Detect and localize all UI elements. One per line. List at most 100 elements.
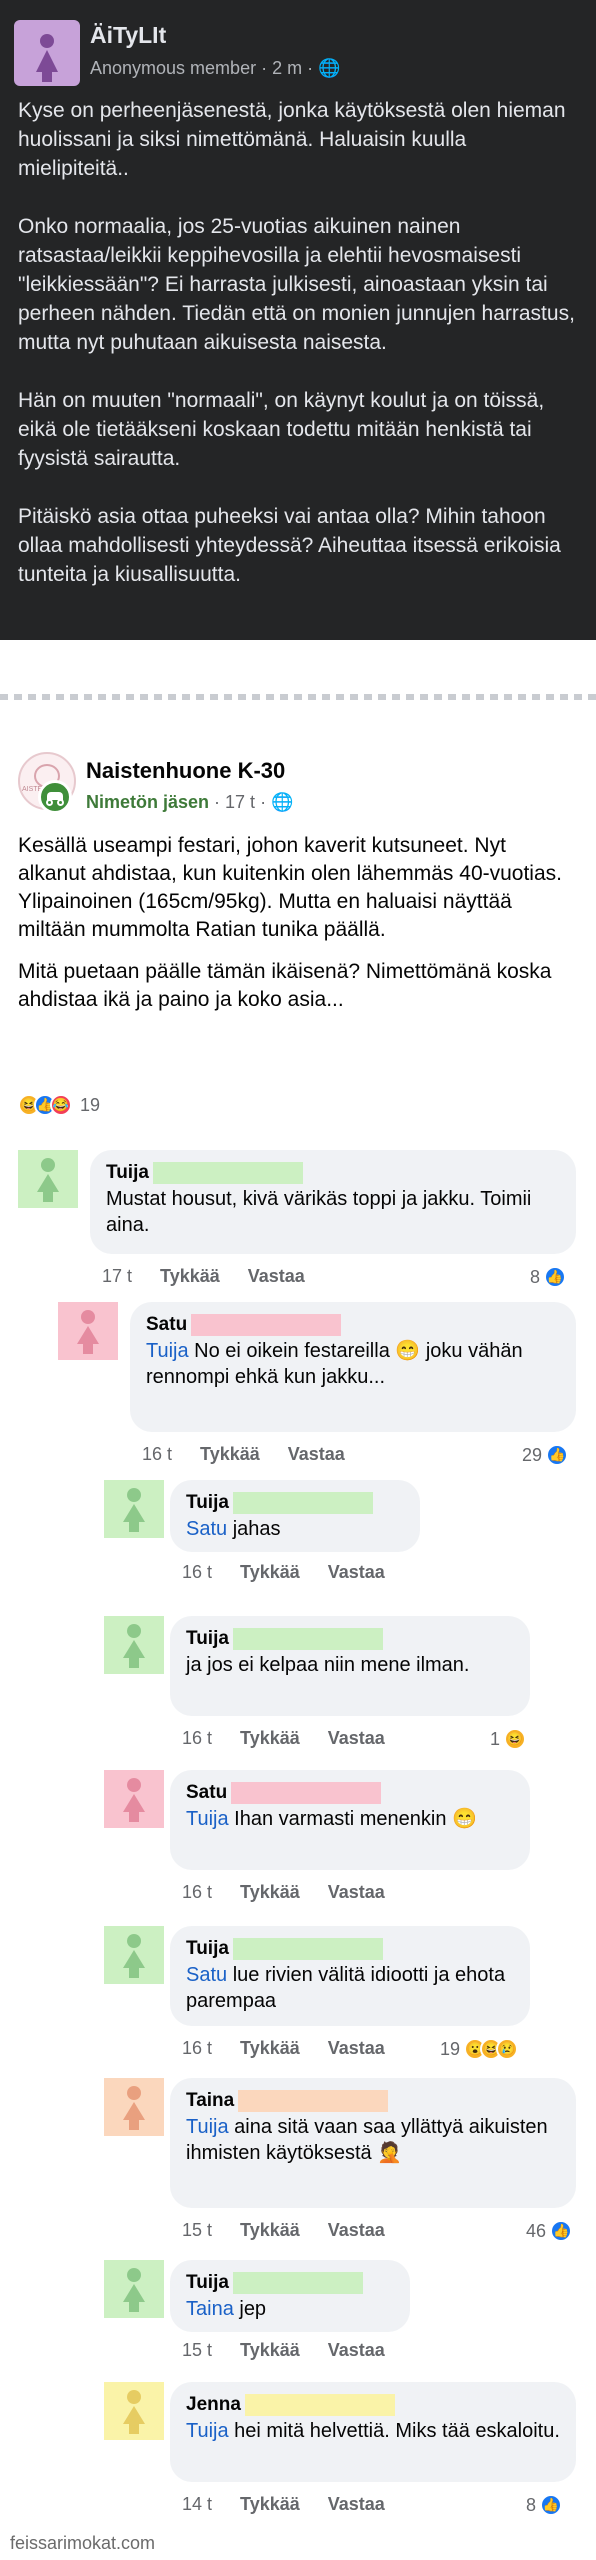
comment-time[interactable]: 17 t bbox=[102, 1266, 132, 1287]
comment-bubble: Tuija Taina jep bbox=[170, 2260, 410, 2332]
comment-time[interactable]: 15 t bbox=[182, 2340, 212, 2361]
comment-author[interactable]: Taina bbox=[186, 2088, 234, 2114]
mention-link[interactable]: Taina bbox=[186, 2298, 234, 2320]
comment-body: hei mitä helvettiä. Miks tää eskaloitu. bbox=[228, 2420, 560, 2442]
comment-author[interactable]: Satu bbox=[186, 1780, 227, 1806]
mention-link[interactable]: Satu bbox=[186, 1518, 227, 1540]
comment-bubble: Tuija Satu jahas bbox=[170, 1480, 420, 1552]
comment-body: Ihan varmasti menenkin 😁 bbox=[228, 1808, 477, 1830]
avatar[interactable] bbox=[104, 1770, 164, 1828]
like-button[interactable]: Tykkää bbox=[240, 2220, 300, 2241]
avatar[interactable] bbox=[104, 2382, 164, 2440]
like-button[interactable]: Tykkää bbox=[240, 1882, 300, 1903]
reply-button[interactable]: Vastaa bbox=[328, 2038, 385, 2059]
post-paragraph: Hän on muuten "normaali", on käynyt koul… bbox=[18, 389, 545, 470]
like-icon: 👍 bbox=[546, 1444, 569, 1466]
comment-text: Satu jahas bbox=[186, 1516, 404, 1542]
avatar[interactable] bbox=[14, 20, 80, 86]
post-author[interactable]: ÄiTyLIt bbox=[90, 22, 166, 49]
person-icon bbox=[77, 1310, 99, 1354]
anonymous-post-card: ÄiTyLIt Anonymous member · 2 m · 🌐 Kyse … bbox=[0, 0, 596, 640]
comment-reactions[interactable]: 8 👍 bbox=[526, 2494, 563, 2516]
comment-time[interactable]: 14 t bbox=[182, 2494, 212, 2515]
like-button[interactable]: Tykkää bbox=[160, 1266, 220, 1287]
reply-button[interactable]: Vastaa bbox=[328, 2340, 385, 2361]
reply-button[interactable]: Vastaa bbox=[328, 1562, 385, 1583]
comment-actions: 15 t Tykkää Vastaa bbox=[182, 2340, 385, 2361]
avatar[interactable] bbox=[104, 2260, 164, 2318]
like-button[interactable]: Tykkää bbox=[240, 2494, 300, 2515]
comment-author[interactable]: Tuija bbox=[186, 2270, 229, 2296]
comment-actions: 14 t Tykkää Vastaa bbox=[182, 2494, 385, 2515]
comment-body: No ei oikein festareilla 😁 joku vähän re… bbox=[146, 1340, 523, 1388]
comment: Taina Tuija aina sitä vaan saa yllättyä a… bbox=[0, 2078, 596, 2260]
mention-link[interactable]: Tuija bbox=[146, 1340, 189, 1362]
comment-reactions[interactable]: 19 😮 😆 😢 bbox=[440, 2038, 519, 2060]
person-icon bbox=[123, 1488, 145, 1532]
mention-link[interactable]: Satu bbox=[186, 1964, 227, 1986]
reaction-summary[interactable]: 😆 👍 😂 19 bbox=[18, 1092, 100, 1118]
comment-time[interactable]: 15 t bbox=[182, 2220, 212, 2241]
mention-link[interactable]: Tuija bbox=[186, 2116, 229, 2138]
anonymous-member-label[interactable]: Nimetön jäsen bbox=[86, 792, 209, 812]
reaction-count: 19 bbox=[440, 2038, 461, 2059]
comment-author[interactable]: Satu bbox=[146, 1312, 187, 1338]
like-button[interactable]: Tykkää bbox=[240, 1562, 300, 1583]
comment-author[interactable]: Tuija bbox=[186, 1936, 229, 1962]
comment-body: jahas bbox=[227, 1518, 281, 1540]
comment-reactions[interactable]: 29 👍 bbox=[522, 1444, 569, 1466]
comment: Tuija ja jos ei kelpaa niin mene ilman. 1… bbox=[0, 1616, 596, 1768]
reaction-count: 29 bbox=[522, 1444, 543, 1465]
redacted-name-bar bbox=[244, 2394, 395, 2416]
avatar[interactable] bbox=[18, 1150, 78, 1208]
mention-link[interactable]: Tuija bbox=[186, 2420, 229, 2442]
comment-author[interactable]: Tuija bbox=[106, 1160, 149, 1186]
mention-link[interactable]: Tuija bbox=[186, 1808, 229, 1830]
comment-author[interactable]: Tuija bbox=[186, 1626, 229, 1652]
like-button[interactable]: Tykkää bbox=[200, 1444, 260, 1465]
post-time[interactable]: 17 t bbox=[225, 792, 255, 812]
comment-time[interactable]: 16 t bbox=[182, 1728, 212, 1749]
comment-body: jep bbox=[233, 2298, 267, 2320]
comment-actions: 16 t Tykkää Vastaa bbox=[182, 2038, 385, 2059]
post-paragraph: Onko normaalia, jos 25-vuotias aikuinen … bbox=[18, 215, 575, 354]
like-icon: 👍 bbox=[550, 2220, 573, 2242]
reply-button[interactable]: Vastaa bbox=[328, 2220, 385, 2241]
post-time[interactable]: 2 m bbox=[272, 58, 302, 78]
divider-strip bbox=[0, 640, 596, 700]
avatar[interactable] bbox=[58, 1302, 118, 1360]
reply-button[interactable]: Vastaa bbox=[328, 1882, 385, 1903]
comment: Tuija Mustat housut, kivä värikäs toppi j… bbox=[0, 1150, 596, 1306]
reply-button[interactable]: Vastaa bbox=[328, 2494, 385, 2515]
avatar[interactable] bbox=[104, 1926, 164, 1984]
comment-time[interactable]: 16 t bbox=[142, 1444, 172, 1465]
comment-time[interactable]: 16 t bbox=[182, 2038, 212, 2059]
comment-time[interactable]: 16 t bbox=[182, 1882, 212, 1903]
avatar[interactable] bbox=[104, 1616, 164, 1674]
redacted-name-bar bbox=[152, 1162, 303, 1184]
redacted-name-bar bbox=[191, 1314, 342, 1336]
like-button[interactable]: Tykkää bbox=[240, 1728, 300, 1749]
post-meta: Nimetön jäsen · 17 t · 🌐 bbox=[86, 792, 294, 812]
comment-author[interactable]: Jenna bbox=[186, 2392, 241, 2418]
reply-button[interactable]: Vastaa bbox=[248, 1266, 305, 1287]
like-button[interactable]: Tykkää bbox=[240, 2038, 300, 2059]
comment-reactions[interactable]: 46 👍 bbox=[526, 2220, 573, 2242]
comment-text: Tuija No ei oikein festareilla 😁 joku vä… bbox=[146, 1338, 560, 1390]
avatar[interactable] bbox=[104, 2078, 164, 2136]
reply-button[interactable]: Vastaa bbox=[328, 1728, 385, 1749]
comment-author[interactable]: Tuija bbox=[186, 1490, 229, 1516]
comment-reactions[interactable]: 8 👍 bbox=[530, 1266, 567, 1288]
group-avatar[interactable]: AISTE bbox=[18, 752, 76, 814]
comment: Tuija Taina jep 15 t Tykkää Vastaa bbox=[0, 2260, 596, 2380]
comment-text: Mustat housut, kivä värikäs toppi ja jak… bbox=[106, 1186, 560, 1238]
like-button[interactable]: Tykkää bbox=[240, 2340, 300, 2361]
avatar[interactable] bbox=[104, 1480, 164, 1538]
reply-button[interactable]: Vastaa bbox=[288, 1444, 345, 1465]
group-name[interactable]: Naistenhuone K-30 bbox=[86, 758, 285, 784]
comment-text: Satu lue rivien välitä idiootti ja ehota… bbox=[186, 1962, 514, 2014]
comment-reactions[interactable]: 1 😆 bbox=[490, 1728, 527, 1750]
reaction-count: 8 bbox=[530, 1266, 541, 1287]
comment-time[interactable]: 16 t bbox=[182, 1562, 212, 1583]
redacted-name-bar bbox=[232, 1492, 373, 1514]
